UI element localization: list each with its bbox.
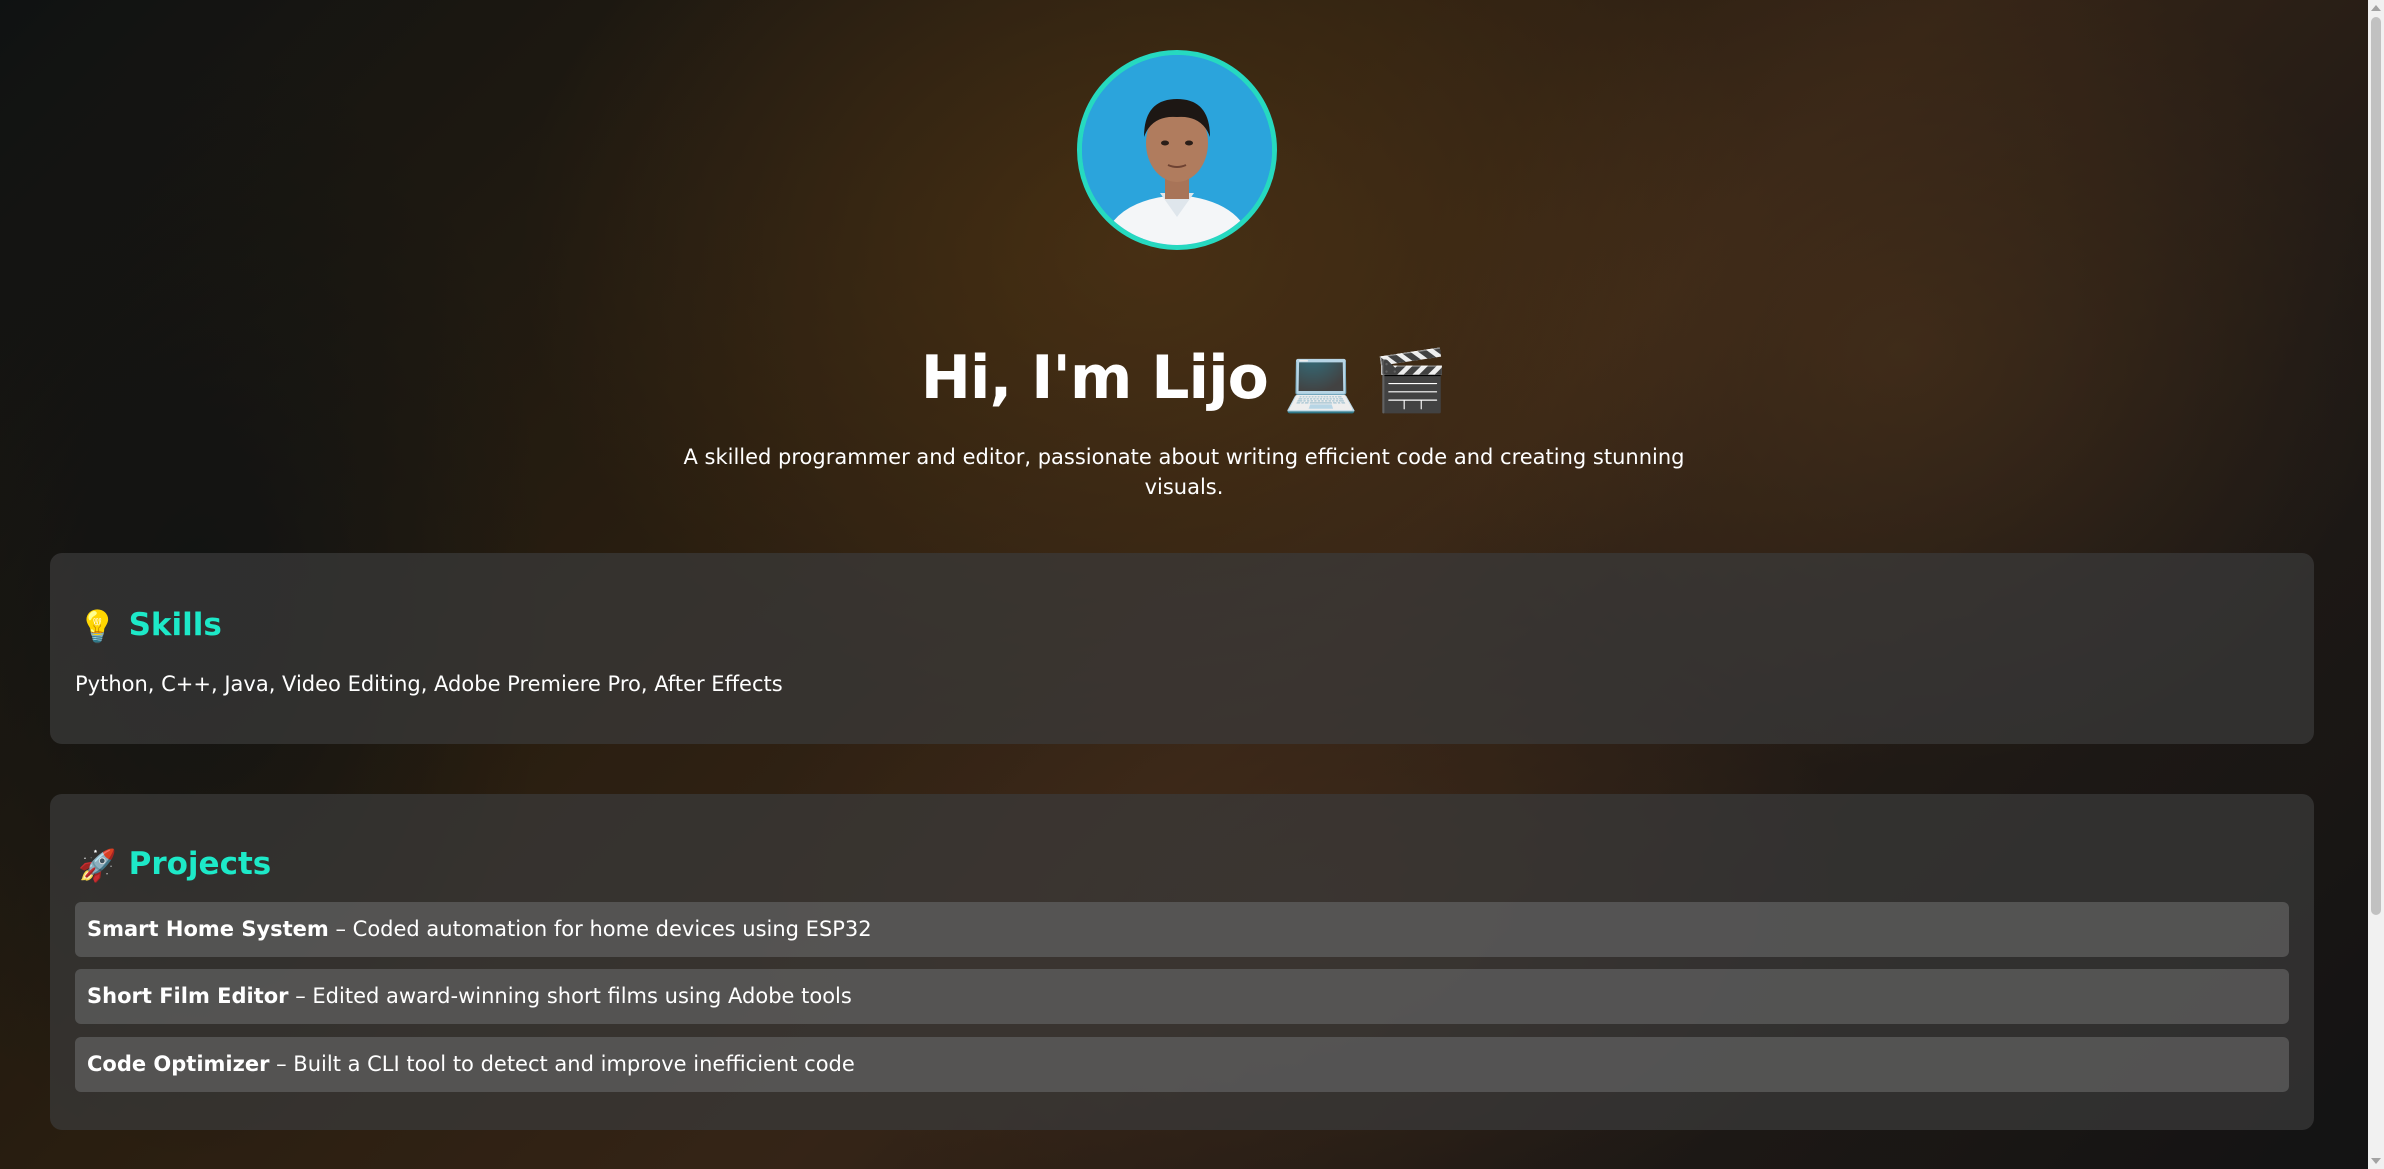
hero-heading: Hi, I'm Lijo 💻 🎬 xyxy=(0,333,2368,426)
project-description: – Coded automation for home devices usin… xyxy=(328,917,872,941)
clapperboard-icon: 🎬 xyxy=(1373,346,1449,417)
profile-avatar xyxy=(1077,50,1277,250)
scroll-up-arrow-icon[interactable] xyxy=(2371,5,2381,11)
skills-list: Python, C++, Java, Video Editing, Adobe … xyxy=(75,672,783,696)
project-name: Smart Home System xyxy=(87,917,329,941)
hero-name: Hi, I'm Lijo xyxy=(920,343,1269,413)
projects-heading: 🚀 Projects xyxy=(78,844,271,886)
skills-title: Skills xyxy=(128,607,222,643)
project-name: Short Film Editor xyxy=(87,984,289,1008)
vertical-scrollbar[interactable] xyxy=(2368,0,2384,1169)
lightbulb-icon: 💡 xyxy=(78,608,117,645)
laptop-icon: 💻 xyxy=(1283,346,1359,417)
skills-section: 💡 Skills Python, C++, Java, Video Editing… xyxy=(50,553,2314,744)
project-item-code-optimizer: Code Optimizer – Built a CLI tool to det… xyxy=(75,1037,2289,1092)
projects-section: 🚀 Projects Smart Home System – Coded auto… xyxy=(50,794,2314,1130)
hero-tagline: A skilled programmer and editor, passion… xyxy=(683,445,1685,499)
project-description: – Built a CLI tool to detect and improve… xyxy=(269,1052,855,1076)
rocket-icon: 🚀 xyxy=(78,847,117,884)
portfolio-page: Hi, I'm Lijo 💻 🎬 A skilled programmer and … xyxy=(0,0,2384,1169)
profile-photo xyxy=(1082,55,1272,245)
projects-title: Projects xyxy=(128,846,272,882)
scrollbar-thumb[interactable] xyxy=(2371,17,2381,915)
project-item-smart-home: Smart Home System – Coded automation for… xyxy=(75,902,2289,957)
project-name: Code Optimizer xyxy=(87,1052,270,1076)
project-description: – Edited award-winning short films using… xyxy=(288,984,852,1008)
scroll-down-arrow-icon[interactable] xyxy=(2371,1158,2381,1164)
skills-heading: 💡 Skills xyxy=(78,605,222,647)
project-item-short-film: Short Film Editor – Edited award-winning… xyxy=(75,969,2289,1024)
